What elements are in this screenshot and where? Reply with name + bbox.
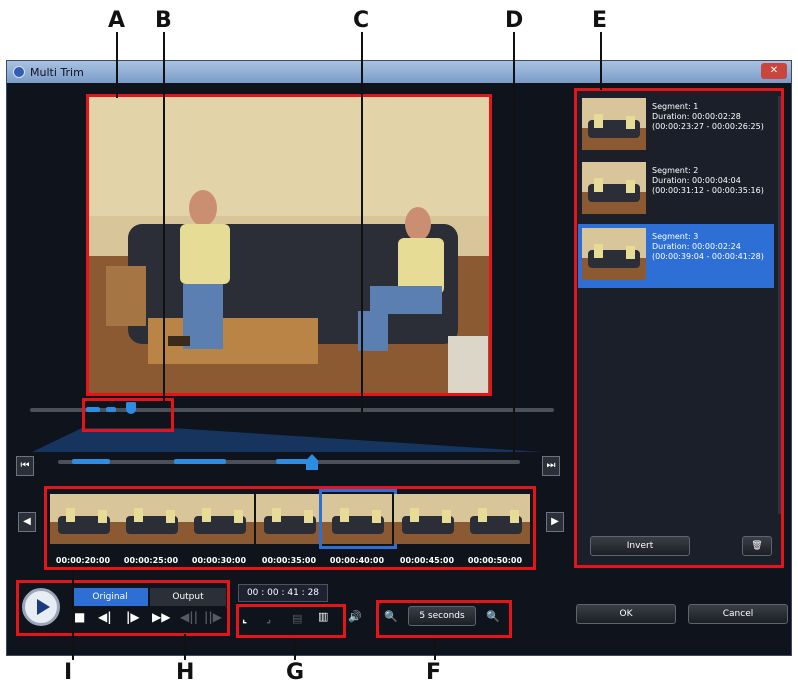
callout-h: H xyxy=(176,660,195,685)
leader-e xyxy=(600,32,602,90)
leader-i xyxy=(72,570,74,660)
annotation-box-e xyxy=(574,88,784,568)
title-bar: Multi Trim ✕ xyxy=(7,61,791,83)
close-icon[interactable]: ✕ xyxy=(761,63,787,79)
annotation-box-i xyxy=(44,486,536,570)
callout-d: D xyxy=(505,8,524,33)
previous-page-button[interactable]: ◀ xyxy=(18,512,36,532)
leader-f xyxy=(434,638,436,660)
volume-icon[interactable]: 🔊 xyxy=(348,610,362,623)
zoom-segment-2 xyxy=(174,459,226,464)
callout-g: G xyxy=(286,660,305,685)
leader-d xyxy=(513,32,515,458)
callout-f: F xyxy=(426,660,442,685)
cancel-button[interactable]: Cancel xyxy=(688,604,788,624)
next-page-button[interactable]: ▶ xyxy=(546,512,564,532)
annotation-box-b xyxy=(82,398,174,432)
callout-i: I xyxy=(64,660,73,685)
callout-c: C xyxy=(353,8,370,33)
annotation-box-g xyxy=(236,604,346,638)
timecode-display: 00 : 00 : 41 : 28 xyxy=(238,584,328,602)
jump-end-button[interactable]: ⏭ xyxy=(542,456,560,476)
callout-b: B xyxy=(155,8,172,33)
app-icon xyxy=(13,66,25,78)
leader-b xyxy=(163,32,165,402)
callout-a: A xyxy=(108,8,126,33)
annotation-box-f xyxy=(376,600,512,638)
leader-h xyxy=(184,634,186,660)
annotation-box-h xyxy=(16,580,230,636)
leader-c xyxy=(361,32,363,412)
annotation-box-a xyxy=(86,94,492,396)
leader-g xyxy=(294,638,296,660)
jump-start-button[interactable]: ⏮ xyxy=(16,456,34,476)
window-title: Multi Trim xyxy=(30,65,84,79)
zoom-segment-1 xyxy=(72,459,110,464)
leader-a xyxy=(116,32,118,98)
callout-e: E xyxy=(592,8,608,33)
screenshot-root: A B C D E F G H I Multi Trim ✕ ⏮ ⏭ ◀ ▶ 0… xyxy=(0,0,798,688)
ok-button[interactable]: OK xyxy=(576,604,676,624)
